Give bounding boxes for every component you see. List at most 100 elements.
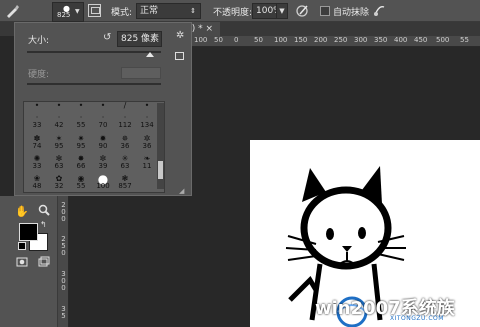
brush-preset[interactable]: ✿ 32	[48, 175, 70, 190]
brush-size-number: 32	[54, 182, 64, 190]
brush-preset[interactable]: ✼ 39	[92, 155, 114, 170]
brush-preset-picker: 大小: ↺ 825 像素 ✲ 硬度: • • • • / • · 33 · 42 ·…	[14, 22, 192, 196]
ruler-tick: 0	[61, 249, 66, 257]
resize-grip-icon[interactable]: ◢	[179, 187, 184, 195]
swap-colors-icon[interactable]: ↰	[40, 220, 47, 229]
ruler-tick: 200	[314, 36, 328, 44]
tools-panel: ✋ ↰	[0, 196, 58, 327]
brush-preset[interactable]: · 42	[48, 114, 70, 129]
vertical-ruler: 2 0 0 2 5 0 3 0 0 3 5	[58, 196, 69, 327]
foreground-color-swatch[interactable]	[19, 223, 38, 241]
ruler-tick: 400	[394, 36, 408, 44]
watermark-url: XITONGZU.COM	[390, 315, 444, 322]
brush-size-number: 55	[76, 121, 86, 129]
ruler-tick: 50	[254, 36, 263, 44]
brush-preset[interactable]: ✽ 74	[26, 135, 48, 150]
brush-preset[interactable]: ✹ 90	[92, 135, 114, 150]
brush-preset[interactable]: ❀ 48	[26, 175, 48, 190]
brush-size-number: 70	[98, 121, 108, 129]
brush-size-number: 134	[140, 121, 154, 129]
hardness-label: 硬度:	[28, 70, 50, 80]
brush-size-number: 100	[96, 182, 110, 190]
brush-size-number: 112	[118, 121, 132, 129]
brush-size-number: 42	[54, 121, 64, 129]
ruler-tick: 100	[274, 36, 288, 44]
brush-preset-grid[interactable]: • • • • / • · 33 · 42 · 55 · 70 · 112 · 134 ✽ 7…	[23, 101, 165, 193]
pressure-size-icon[interactable]	[372, 3, 387, 18]
brush-preset[interactable]: ❃ 857	[114, 175, 136, 190]
brush-preset[interactable]: ✵ 36	[114, 135, 136, 150]
quick-mask-icon[interactable]	[14, 256, 30, 272]
gear-icon[interactable]: ✲	[176, 30, 184, 41]
brush-preset[interactable]: ✺ 33	[26, 155, 48, 170]
brush-preset[interactable]: ✲ 36	[136, 135, 158, 150]
options-bar: ● 825 ▼ 模式: 正常 ⇕ 不透明度: 100% ▼ 自动抹除	[0, 0, 480, 22]
brush-size-number: 90	[98, 142, 108, 150]
brush-preset[interactable]: · 112	[114, 114, 136, 129]
brush-preset[interactable]: · 70	[92, 114, 114, 129]
brush-grid-scrollbar[interactable]	[157, 103, 164, 189]
brush-size-number: 857	[118, 182, 132, 190]
chevron-down-icon: ▼	[75, 8, 80, 15]
ruler-tick: 500	[436, 36, 450, 44]
size-input[interactable]: 825 像素	[117, 31, 162, 47]
ruler-tick: 5	[61, 312, 66, 320]
ruler-tick: 100	[194, 36, 208, 44]
ruler-tick: 55	[460, 36, 469, 44]
pressure-opacity-icon[interactable]	[295, 3, 310, 18]
size-label: 大小:	[28, 36, 50, 46]
screen-mode-icon[interactable]	[36, 256, 52, 272]
brush-size-number: 95	[54, 142, 64, 150]
brush-size-number: 36	[120, 142, 130, 150]
brush-preset[interactable]: · 55	[70, 114, 92, 129]
brush-preset[interactable]: · 134	[136, 114, 158, 129]
brush-size-number: 33	[32, 162, 42, 170]
brush-preset[interactable]: ✸ 66	[70, 155, 92, 170]
brush-panel-toggle-icon[interactable]	[88, 4, 101, 17]
zoom-tool-icon[interactable]	[36, 204, 52, 220]
mode-select[interactable]: 正常 ⇕	[136, 3, 201, 19]
mode-label: 模式:	[111, 8, 133, 18]
brush-size-number: 63	[54, 162, 64, 170]
brush-preset[interactable]: ❧ 11	[136, 155, 158, 170]
brush-tool-icon[interactable]	[4, 3, 20, 19]
size-value: 825 像素	[121, 34, 160, 44]
brush-preset-button[interactable]: ● 825 ▼	[52, 2, 84, 22]
brush-preset[interactable]: ✶ 95	[48, 135, 70, 150]
auto-erase-label: 自动抹除	[333, 8, 370, 18]
brush-preset[interactable]: ✻ 63	[48, 155, 70, 170]
opacity-label: 不透明度:	[213, 8, 253, 18]
brush-size-number: 39	[98, 162, 108, 170]
brush-size-label: 825	[57, 11, 71, 19]
ruler-tick: 450	[414, 36, 428, 44]
opacity-dropdown-button[interactable]: ▼	[276, 3, 288, 19]
size-slider-thumb[interactable]	[146, 52, 154, 57]
size-slider-track[interactable]	[27, 51, 161, 53]
ruler-tick: 300	[354, 36, 368, 44]
new-preset-icon[interactable]	[175, 52, 184, 60]
brush-size-number: 11	[142, 162, 152, 170]
brush-size-number: 74	[32, 142, 42, 150]
auto-erase-checkbox[interactable]	[320, 6, 330, 16]
reset-size-icon[interactable]: ↺	[103, 32, 111, 43]
scrollbar-thumb[interactable]	[158, 161, 163, 179]
brush-size-number: 55	[76, 182, 86, 190]
ruler-tick: 150	[294, 36, 308, 44]
brush-size-number: 36	[142, 142, 152, 150]
hardness-slider-track[interactable]	[27, 83, 161, 85]
mode-value: 正常	[140, 6, 159, 16]
brush-preset-selected[interactable]: ● 100	[92, 173, 114, 190]
ruler-tick: 350	[374, 36, 388, 44]
ruler-tick: 0	[234, 36, 239, 44]
ruler-tick: 0	[61, 284, 66, 292]
default-colors-icon[interactable]	[18, 242, 26, 250]
brush-preset[interactable]: · 33	[26, 114, 48, 129]
ruler-tick: 250	[334, 36, 348, 44]
brush-preset[interactable]: ✷ 95	[70, 135, 92, 150]
opacity-input[interactable]: 100%	[252, 3, 282, 19]
hand-tool-icon[interactable]: ✋	[14, 204, 30, 220]
brush-size-number: 95	[76, 142, 86, 150]
brush-preset[interactable]: ✳ 63	[114, 155, 136, 170]
brush-preset[interactable]: ◉ 55	[70, 175, 92, 190]
hardness-input[interactable]	[121, 67, 161, 79]
